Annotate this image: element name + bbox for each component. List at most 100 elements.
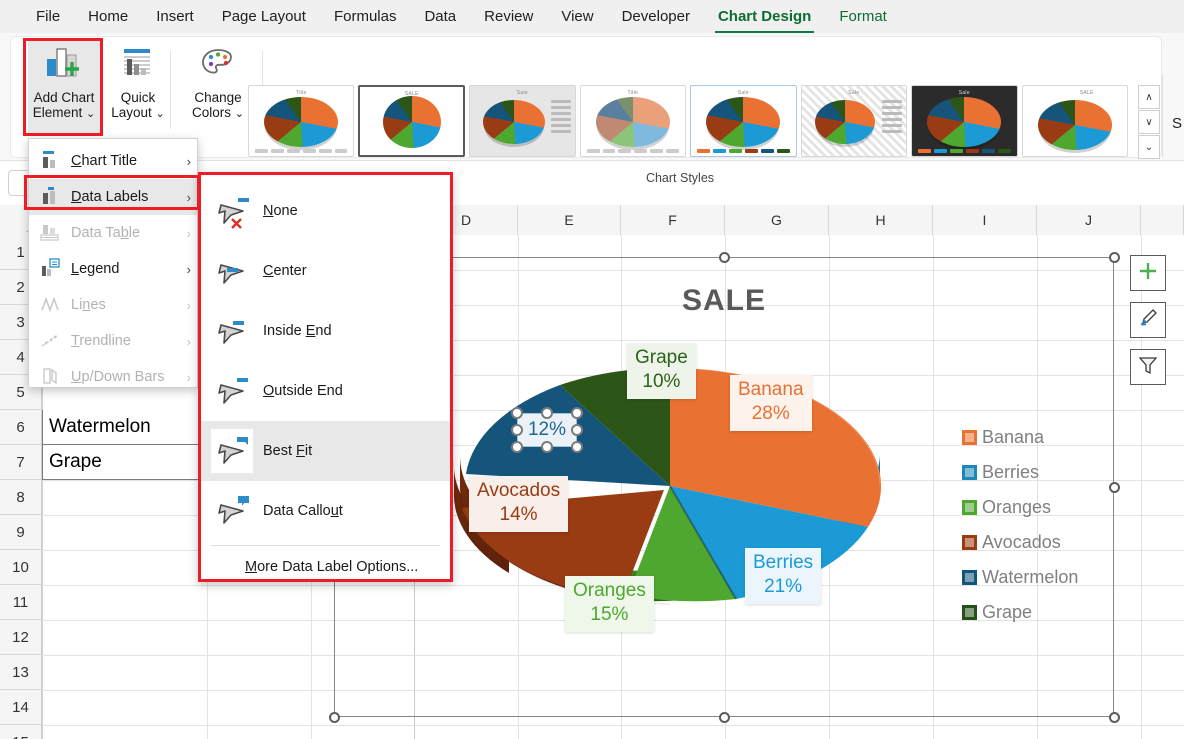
add-chart-element-menu[interactable]: Chart Title › Data Labels › Data Table ›… [28,138,198,388]
column-header-G[interactable]: G [725,205,829,235]
row-header-9[interactable]: 9 [0,515,42,550]
tab-page-layout[interactable]: Page Layout [208,4,320,29]
menu-item-legend[interactable]: Legend › [29,251,197,287]
data-label-berries[interactable]: Berries 21% [745,548,822,604]
change-colors-button[interactable]: Change Colors ⌄ [180,41,256,133]
menu-item-data-labels[interactable]: Data Labels › [29,179,197,215]
column-header-J[interactable]: J [1037,205,1141,235]
chart-resize-handle-se[interactable] [1109,712,1120,723]
row-header-8[interactable]: 8 [0,480,42,515]
chart-elements-button[interactable] [1130,255,1166,291]
tab-formulas[interactable]: Formulas [320,4,411,29]
submenu-item-inside-end[interactable]: Inside End [201,301,450,361]
tab-review[interactable]: Review [470,4,547,29]
chart-style-thumbnail[interactable]: Sale [469,85,576,157]
legend-item-oranges[interactable]: Oranges [962,490,1112,525]
legend-item-avocados[interactable]: Avocados [962,525,1112,560]
tab-file[interactable]: File [22,4,74,29]
legend-item-banana[interactable]: Banana [962,420,1112,455]
legend-item-berries[interactable]: Berries [962,455,1112,490]
data-label-watermelon-selected[interactable]: 12% [511,407,583,453]
chart-styles-gallery[interactable]: Title SALE Sale Title Sale Sale Sale SAL… [248,85,1129,159]
tab-developer[interactable]: Developer [608,4,704,29]
label-handle-n[interactable] [541,407,553,419]
chart-styles-button[interactable] [1130,302,1166,338]
column-header-F[interactable]: F [621,205,725,235]
chart-style-thumbnail[interactable]: Sale [800,85,908,157]
legend-swatch-avocados [962,535,977,550]
label-handle-s[interactable] [541,441,553,453]
menu-item-chart-title[interactable]: Chart Title › [29,143,197,179]
legend-label-avocados: Avocados [982,532,1061,552]
submenu-item-outside-end[interactable]: Outside End [201,361,450,421]
chart-resize-handle-e[interactable] [1109,482,1120,493]
row-header-14[interactable]: 14 [0,690,42,725]
row-header-12[interactable]: 12 [0,620,42,655]
column-header-E[interactable]: E [518,205,621,235]
submenu-item-center[interactable]: Center [201,241,450,301]
menu-item-data-labels-label: Data Labels [71,189,149,205]
gallery-scroll-down-button[interactable]: ∨ [1138,110,1160,134]
menu-item-lines-label: Lines [71,297,106,313]
chart-style-thumbnail[interactable]: Sale [911,85,1018,157]
cell-A6[interactable]: Watermelon [42,410,208,445]
label-handle-nw[interactable] [511,407,523,419]
data-label-grape[interactable]: Grape 10% [627,343,696,399]
column-header-I[interactable]: I [933,205,1037,235]
column-header-H[interactable]: H [829,205,933,235]
gallery-scrollbar[interactable]: ∧ ∨ ⌄ [1138,85,1160,159]
data-label-oranges[interactable]: Oranges 15% [565,576,654,632]
row-header-7[interactable]: 7 [0,445,42,480]
label-handle-se[interactable] [571,441,583,453]
tab-view[interactable]: View [547,4,607,29]
chart-style-thumbnail-selected[interactable]: SALE [358,85,466,157]
thumbnail-title: Sale [958,90,970,96]
chart-resize-handle-n[interactable] [719,252,730,263]
chart-legend[interactable]: Banana Berries Oranges Avocados Watermel… [962,420,1112,630]
chart-style-thumbnail[interactable]: Title [248,85,355,157]
cell-A7[interactable]: Grape [42,445,208,480]
tab-chart-design[interactable]: Chart Design [704,4,825,33]
row-header-11[interactable]: 11 [0,585,42,620]
chart-style-thumbnail[interactable]: SALE [1021,85,1129,157]
add-chart-element-button[interactable]: Add Chart Element ⌄ [28,41,100,133]
chart-style-thumbnail[interactable]: Title [579,85,687,157]
data-labels-submenu[interactable]: None Center Inside End Outside End Best … [198,172,453,582]
ribbon-group-separator [170,51,171,129]
row-header-6[interactable]: 6 [0,410,42,445]
tab-insert[interactable]: Insert [142,4,208,29]
submenu-item-best-fit[interactable]: Best Fit [201,421,450,481]
chart-resize-handle-ne[interactable] [1109,252,1120,263]
row-header-13[interactable]: 13 [0,655,42,690]
label-handle-w[interactable] [511,424,523,436]
label-handle-ne[interactable] [571,407,583,419]
tab-data[interactable]: Data [410,4,470,29]
thumbnail-legend [586,149,680,153]
data-label-avocados[interactable]: Avocados 14% [469,476,569,532]
legend-item-watermelon[interactable]: Watermelon [962,560,1112,595]
legend-item-grape[interactable]: Grape [962,595,1112,630]
label-handle-sw[interactable] [511,441,523,453]
chart-resize-handle-sw[interactable] [329,712,340,723]
thumbnail-pie [815,100,876,145]
tab-home[interactable]: Home [74,4,142,29]
tab-format[interactable]: Format [825,4,901,29]
gallery-scroll-up-button[interactable]: ∧ [1138,85,1160,109]
row-header-15[interactable]: 15 [0,725,42,739]
chart-resize-handle-s[interactable] [719,712,730,723]
data-label-banana[interactable]: Banana 28% [730,375,812,431]
chart-filters-button[interactable] [1130,349,1166,385]
row-header-10[interactable]: 10 [0,550,42,585]
quick-layout-button[interactable]: Quick Layout ⌄ [102,41,174,133]
submenu-item-none[interactable]: None [201,181,450,241]
chart-style-thumbnail[interactable]: Sale [690,85,797,157]
label-handle-e[interactable] [571,424,583,436]
legend-icon [39,258,63,280]
label-inside-end-icon [211,309,253,353]
chart-styles-group-label: Chart Styles [645,171,715,185]
column-header-K[interactable] [1141,205,1184,235]
gallery-more-button[interactable]: ⌄ [1138,135,1160,159]
legend-swatch-berries [962,465,977,480]
submenu-item-data-callout[interactable]: Data Callout [201,481,450,541]
submenu-item-more-options[interactable]: More Data Label Options... [201,548,450,586]
